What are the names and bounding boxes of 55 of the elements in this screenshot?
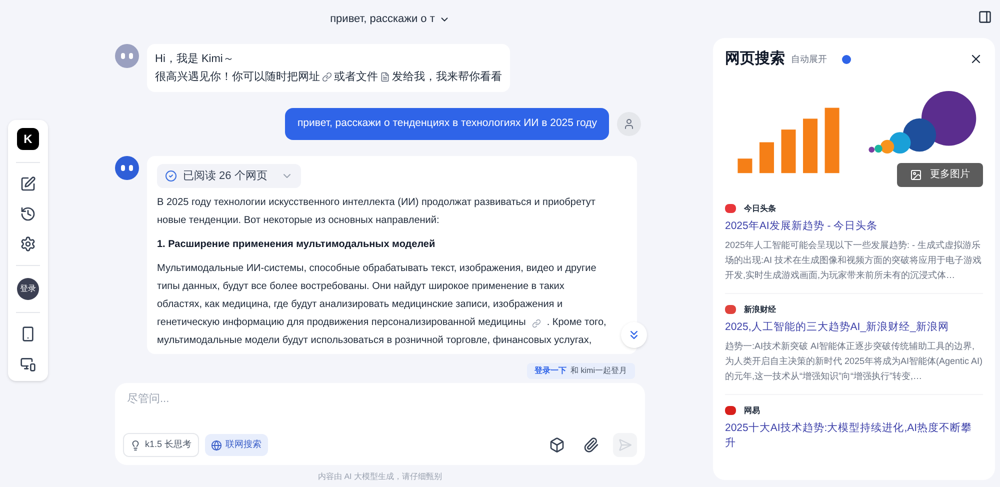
- panel-title: 网页搜索: [725, 49, 785, 69]
- logo[interactable]: K: [17, 128, 39, 150]
- chat-title[interactable]: привет, расскажи о т: [330, 10, 450, 28]
- answer-text: генетическую информацию для продвижения персонализированной медицины: [157, 316, 526, 330]
- message-input[interactable]: 尽管问...: [123, 391, 637, 408]
- result-title[interactable]: 2025十大AI技术趋势:大模型持续进化,AI热度不断攀升: [725, 420, 983, 450]
- new-chat-icon[interactable]: [19, 175, 37, 193]
- link-icon: [322, 72, 332, 82]
- mode-chip[interactable]: 联网搜索: [204, 434, 268, 456]
- user-message: привет, расскажи о тенденциях в технологиях ИИ в 2025 году: [285, 108, 609, 140]
- mode-chip[interactable]: k1.5 长思考: [123, 433, 199, 457]
- login-hint-text: 和 kimi一起登月: [570, 365, 627, 377]
- result-snippet: 2025年人工智能可能会呈现以下一些发展趋势: - 生成式虚拟游乐场的出现:AI 技术在生成图像和视频方面的突破将应用于电子游戏开发,实时生成游戏画面,为玩家带来前所未有的沉浸式体…: [725, 238, 983, 282]
- message-text: 或者文件: [334, 70, 378, 85]
- send-icon: [618, 438, 632, 452]
- result-title[interactable]: 2025,人工智能的三大趋势AI_新浪财经_新浪网: [725, 320, 983, 334]
- document-icon: [380, 72, 390, 82]
- footer-note: 内容由 AI 大模型生成，请仔细甄别: [316, 471, 443, 483]
- chart-bar: [824, 107, 840, 173]
- login-avatar[interactable]: 登录: [17, 278, 39, 300]
- desktop-icon[interactable]: [19, 355, 37, 373]
- answer-text: . Кроме того,: [546, 316, 606, 330]
- panel-toggle-icon[interactable]: [978, 10, 992, 24]
- result-title[interactable]: 2025年AI发展新趋势 - 今日头条: [725, 218, 983, 234]
- read-pages-badge[interactable]: 已阅读 26 个网页: [157, 164, 302, 188]
- answer-text: мультимодальные модели будут использоваться в розничной торговле, финансовых услугах,: [157, 334, 593, 348]
- chart-bar: [759, 142, 774, 173]
- message-text: 发给我，我来帮你看看: [392, 70, 502, 85]
- source-name: 今日头条: [744, 202, 776, 214]
- source-name: 网易: [744, 404, 760, 416]
- settings-icon[interactable]: [19, 235, 37, 253]
- auto-expand-label: 自动展开: [791, 52, 827, 66]
- history-icon[interactable]: [19, 205, 37, 223]
- globe-icon: [210, 440, 222, 450]
- check-icon: [165, 170, 177, 182]
- more-images-button[interactable]: 更多图片: [897, 162, 983, 186]
- scroll-down-button[interactable]: [621, 322, 647, 348]
- image-icon: [910, 168, 922, 180]
- chart-bar: [738, 158, 752, 173]
- message-text: 很高兴遇见你！你可以随时把网址: [155, 70, 320, 85]
- login-link[interactable]: 登录一下: [534, 365, 567, 377]
- cube-icon[interactable]: [549, 437, 565, 453]
- user-avatar: [617, 112, 641, 136]
- section-heading: 1. Расширение применения мультимодальных моделей: [157, 238, 436, 252]
- result-snippet: 趋势一:AI技术新突破 AI智能体正逐步突破传统辅助工具的边界,为人类开启自主决策的新时代 2025年将成为AI智能体(Agentic AI)的元年,这一技术从“增强知识”向“增强执行”转变,…: [725, 340, 983, 382]
- source-name: 新浪财经: [744, 304, 776, 316]
- answer-paragraph: В 2025 году технологии искусственного интеллекта (ИИ) продолжат развиваться и приобретут новые тенденции. Вот некоторые из основных направлений:: [157, 196, 596, 228]
- chart-bar: [803, 118, 818, 173]
- bot-avatar: [115, 44, 139, 68]
- lightbulb-icon: [130, 440, 141, 450]
- bot-avatar: [115, 156, 139, 180]
- chart-bar: [781, 129, 796, 173]
- message-text: Hi，我是 Kimi～: [155, 52, 234, 67]
- citation-icon[interactable]: [532, 318, 541, 328]
- attach-icon[interactable]: [583, 437, 599, 453]
